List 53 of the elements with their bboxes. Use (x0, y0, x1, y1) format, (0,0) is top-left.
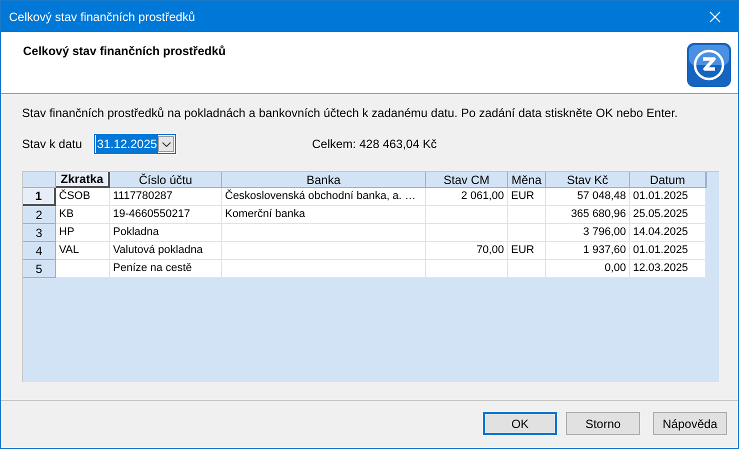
row-header[interactable]: 1 (23, 188, 56, 206)
dialog-button[interactable]: Nápověda (653, 412, 727, 435)
table-cell: VAL (56, 242, 110, 260)
dialog-button[interactable]: OK (483, 412, 557, 435)
table-cell: 01.01.2025 (630, 188, 706, 206)
table-cell: 0,00 (546, 260, 630, 278)
window-title: Celkový stav finančních prostředků (9, 8, 196, 26)
table-cell: HP (56, 224, 110, 242)
table-cell: 2 061,00 (426, 188, 508, 206)
dialog-button[interactable]: Storno (566, 412, 640, 435)
date-field[interactable]: 31.12.2025 (94, 134, 176, 154)
table-cell (508, 260, 546, 278)
table-cell: Komerční banka (222, 206, 426, 224)
row-header[interactable]: 3 (23, 224, 56, 242)
table-cell (508, 224, 546, 242)
table-cell: 1 937,60 (546, 242, 630, 260)
table-cell: 1117780287 (110, 188, 222, 206)
table-cell: Valutová pokladna (110, 242, 222, 260)
table-cell (508, 206, 546, 224)
table-cell (56, 260, 110, 278)
close-icon (709, 10, 721, 22)
table-cell: 19-4660550217 (110, 206, 222, 224)
table-cell: 365 680,96 (546, 206, 630, 224)
table-cell: 14.04.2025 (630, 224, 706, 242)
table-cell: ČSOB (56, 188, 110, 206)
table-cell: EUR (508, 242, 546, 260)
dropdown-caret-icon (162, 142, 171, 146)
table-cell: 70,00 (426, 242, 508, 260)
row-header[interactable]: 4 (23, 242, 56, 260)
total-text: Celkem: 428 463,04 Kč (312, 136, 437, 153)
description-text: Stav finančních prostředků na pokladnách a bankovních účtech k zadanému datu. Po zadání data stiskněte OK nebo Enter. (22, 105, 679, 120)
table-cell: 25.05.2025 (630, 206, 706, 224)
table-cell: 57 048,48 (546, 188, 630, 206)
column-header[interactable]: Stav Kč (546, 172, 630, 188)
table-cell: Pokladna (110, 224, 222, 242)
table-cell: 3 796,00 (546, 224, 630, 242)
column-header[interactable]: Stav CM (426, 172, 508, 188)
row-header[interactable]: 5 (23, 260, 56, 278)
date-label: Stav k datu (22, 136, 84, 153)
column-header[interactable]: Měna (508, 172, 546, 188)
table-cell: 12.03.2025 (630, 260, 706, 278)
table-cell: 01.01.2025 (630, 242, 706, 260)
column-header[interactable]: Datum (630, 172, 706, 188)
row-header[interactable]: 2 (23, 206, 56, 224)
logo-icon (686, 42, 732, 88)
column-header[interactable]: Zkratka (56, 172, 110, 188)
table-cell: EUR (508, 188, 546, 206)
table-cell: KB (56, 206, 110, 224)
table-cell: Československá obchodní banka, a. … (222, 188, 426, 206)
column-header[interactable]: Číslo účtu (110, 172, 222, 188)
header-title: Celkový stav finančních prostředků (23, 43, 226, 60)
table-cell: Peníze na cestě (110, 260, 222, 278)
column-header[interactable]: Banka (222, 172, 426, 188)
